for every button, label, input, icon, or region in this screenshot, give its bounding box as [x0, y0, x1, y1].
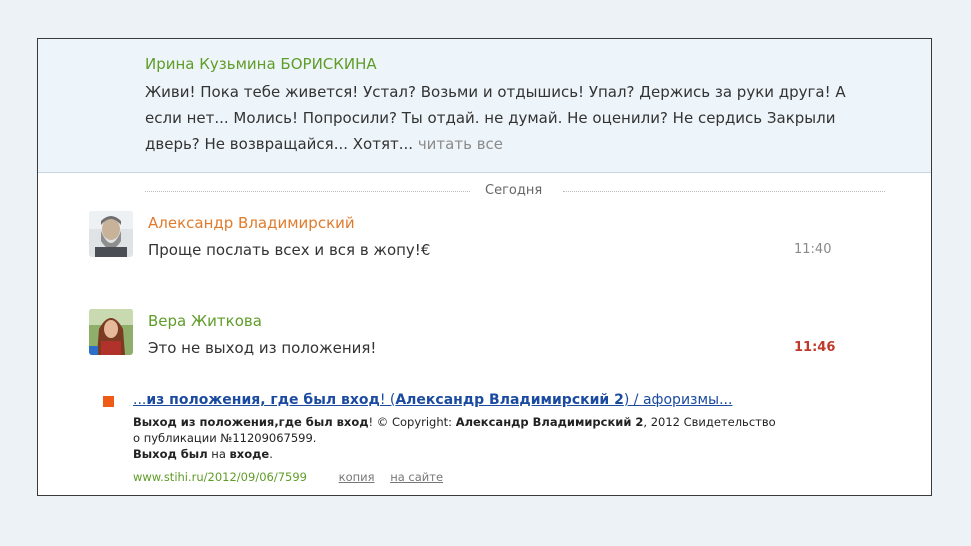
post-text: Живи! Пока тебе живется! Устал? Возьми и…: [145, 79, 875, 157]
chat-panel: Ирина Кузьмина БОРИСКИНА Живи! Пока тебе…: [37, 38, 932, 496]
message-time: 11:40: [794, 242, 832, 257]
message-time: 11:46: [794, 340, 836, 355]
date-divider-label: Сегодня: [485, 183, 543, 198]
man-with-beard-avatar-icon: [89, 211, 133, 257]
divider-line-left: [145, 191, 470, 192]
quoted-post: Ирина Кузьмина БОРИСКИНА Живи! Пока тебе…: [38, 39, 931, 173]
search-result-meta: www.stihi.ru/2012/09/06/7599 копия на са…: [133, 470, 443, 484]
message-text: Это не выход из положения!: [148, 339, 377, 357]
search-result-title-link[interactable]: ...из положения, где был вход! (Александ…: [133, 392, 732, 408]
message-author[interactable]: Александр Владимирский: [148, 214, 355, 232]
snippet-bold: Выход из положения,где был вход: [133, 415, 369, 429]
copy-link[interactable]: копия: [339, 470, 375, 484]
snippet-bold: Александр Владимирский 2: [455, 415, 644, 429]
snippet-bold: Выход был: [133, 447, 208, 461]
snippet-text: ! © Copyright:: [368, 415, 456, 429]
avatar[interactable]: [89, 211, 133, 257]
on-site-link[interactable]: на сайте: [390, 470, 443, 484]
post-author[interactable]: Ирина Кузьмина БОРИСКИНА: [145, 55, 377, 73]
search-result-snippet: Выход из положения,где был вход! © Copyr…: [133, 414, 783, 462]
message-author[interactable]: Вера Житкова: [148, 312, 262, 330]
snippet-bold: входе: [229, 447, 270, 461]
title-mid: ! (: [379, 392, 396, 408]
snippet-text: .: [269, 447, 273, 461]
snippet-text: на: [207, 447, 230, 461]
read-more-link[interactable]: читать все: [418, 135, 503, 153]
title-lead: ...: [133, 392, 147, 408]
date-divider: Сегодня: [145, 183, 885, 201]
title-tail: ) / афоризмы...: [623, 392, 733, 408]
title-bold-2: Александр Владимирский 2: [395, 392, 624, 408]
result-url[interactable]: www.stihi.ru/2012/09/06/7599: [133, 470, 307, 484]
online-status-icon: [89, 346, 98, 355]
divider-line-right: [563, 191, 885, 192]
orange-square-bullet-icon: [103, 396, 114, 407]
avatar[interactable]: [89, 309, 133, 355]
title-bold-1: из положения, где был вход: [146, 392, 380, 408]
message-text: Проще послать всех и вся в жопу!€: [148, 241, 431, 259]
